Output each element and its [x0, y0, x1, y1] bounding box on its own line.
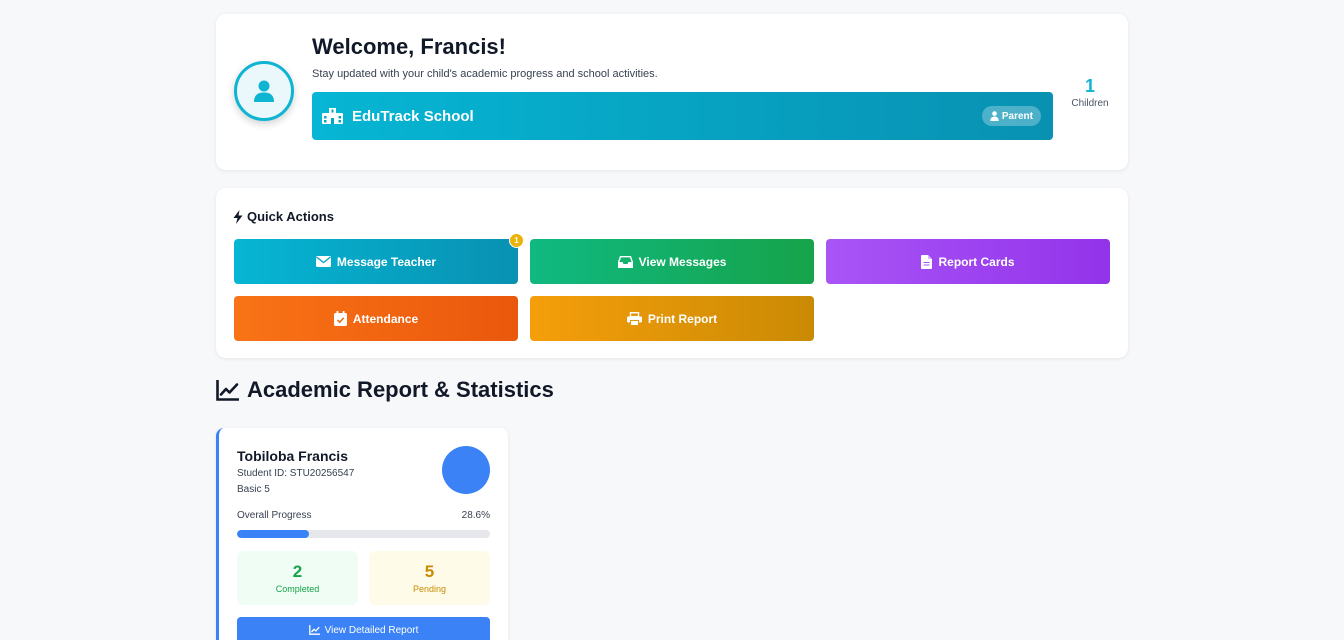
school-icon — [322, 108, 343, 124]
inbox-icon — [617, 255, 633, 268]
view-messages-button[interactable]: View Messages — [530, 239, 814, 284]
print-report-button[interactable]: Print Report — [530, 296, 814, 341]
user-icon — [254, 80, 274, 102]
view-detailed-report-button[interactable]: View Detailed Report — [237, 617, 490, 640]
attendance-button[interactable]: Attendance — [234, 296, 518, 341]
chart-line-icon — [308, 625, 320, 635]
progress-bar — [237, 530, 490, 538]
student-name: Tobiloba Francis — [237, 448, 348, 464]
quick-actions-card: Quick Actions Message Teacher 1 View Mes… — [216, 188, 1128, 358]
message-teacher-button[interactable]: Message Teacher 1 — [234, 233, 524, 284]
parent-avatar — [234, 61, 294, 121]
message-count-badge: 1 — [509, 233, 524, 248]
quick-actions-title: Quick Actions — [247, 209, 334, 224]
student-card: Tobiloba Francis Student ID: STU20256547… — [216, 428, 508, 640]
pending-stat: 5 Pending — [369, 551, 490, 605]
children-label: Children — [1071, 98, 1109, 109]
pending-count: 5 — [424, 562, 435, 581]
view-detailed-report-label: View Detailed Report — [324, 624, 419, 636]
welcome-subtitle: Stay updated with your child's academic … — [312, 68, 658, 80]
quick-actions-header: Quick Actions — [233, 209, 334, 224]
welcome-card: Welcome, Francis! Stay updated with your… — [216, 14, 1128, 170]
section-title-text: Academic Report & Statistics — [247, 377, 554, 402]
progress-label: Overall Progress — [237, 510, 312, 521]
children-count: 1 — [1084, 76, 1095, 96]
user-icon — [990, 111, 999, 121]
role-badge: Parent — [981, 106, 1041, 126]
student-avatar — [442, 446, 490, 494]
student-id: Student ID: STU20256547 — [237, 468, 355, 479]
school-banner: EduTrack School Parent — [312, 92, 1053, 140]
print-report-label: Print Report — [647, 311, 718, 326]
completed-label: Completed — [275, 584, 320, 594]
progress-bar-fill — [237, 530, 310, 538]
student-class: Basic 5 — [237, 484, 270, 495]
progress-percent: 28.6% — [461, 510, 490, 521]
printer-icon — [626, 311, 642, 326]
report-cards-button[interactable]: Report Cards — [826, 239, 1110, 284]
attendance-label: Attendance — [352, 311, 419, 326]
envelope-icon — [315, 256, 331, 267]
message-teacher-label: Message Teacher — [336, 254, 437, 269]
school-name: EduTrack School — [352, 107, 474, 125]
completed-count: 2 — [292, 562, 303, 581]
chart-line-icon — [216, 379, 239, 401]
bolt-icon — [233, 209, 243, 224]
welcome-title: Welcome, Francis! — [312, 34, 506, 59]
calendar-check-icon — [333, 311, 347, 326]
report-cards-label: Report Cards — [938, 254, 1015, 269]
completed-stat: 2 Completed — [237, 551, 358, 605]
pending-label: Pending — [412, 584, 447, 594]
view-messages-label: View Messages — [638, 254, 727, 269]
file-icon — [921, 254, 933, 269]
section-title: Academic Report & Statistics — [216, 377, 554, 403]
role-label: Parent — [1001, 110, 1033, 122]
